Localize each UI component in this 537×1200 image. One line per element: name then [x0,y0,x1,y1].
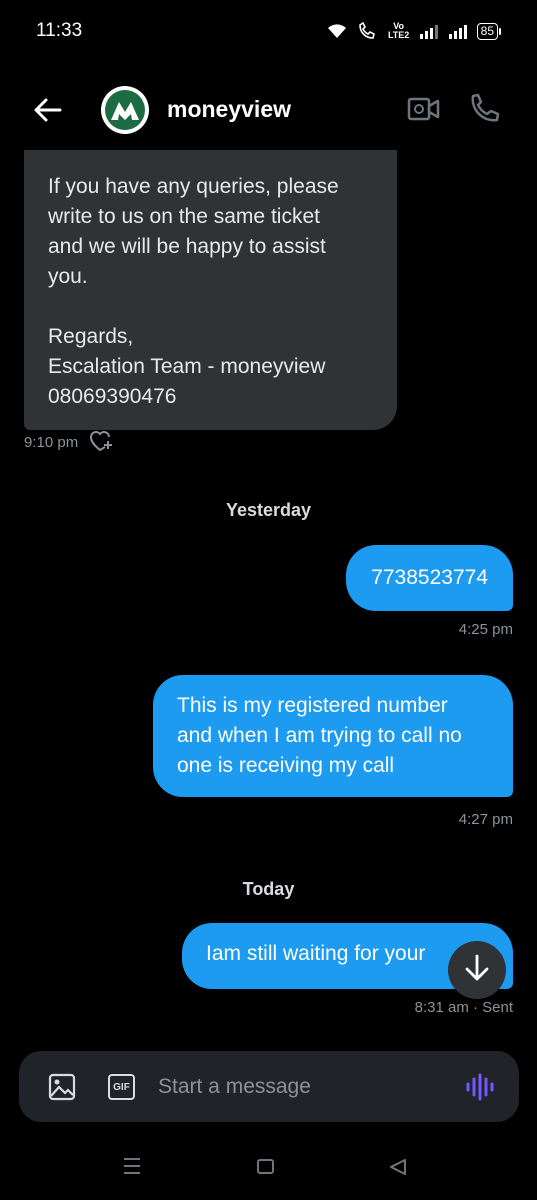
outgoing-message-time: 4:27 pm [458,811,513,828]
outgoing-message-status: 8:31 am · Sent [414,999,513,1016]
system-navigation-bar [0,1140,537,1200]
wifi-calling-icon [357,22,379,40]
video-camera-icon[interactable] [407,94,441,124]
status-bar: 11:33 Vo LTE2 85 [0,0,537,62]
contact-name[interactable]: moneyview [167,96,291,123]
recent-apps-icon[interactable] [122,1157,142,1175]
message-input[interactable] [158,1069,448,1105]
back-triangle-icon[interactable] [388,1157,408,1177]
voice-wave-icon[interactable] [465,1073,495,1101]
incoming-message-meta: 9:10 pm [24,429,114,455]
home-icon[interactable] [257,1159,274,1174]
battery-indicator: 85 [476,22,498,40]
message-composer: GIF [19,1051,519,1122]
avatar[interactable] [101,86,149,134]
volte-icon: Vo LTE2 [387,21,410,40]
phone-icon[interactable] [467,92,501,126]
incoming-message[interactable]: If you have any queries, please write to… [24,150,397,430]
status-icons: Vo LTE2 85 [326,22,501,40]
heart-plus-icon[interactable] [90,429,114,455]
outgoing-message[interactable]: This is my registered number and when I … [153,675,513,797]
date-separator-today: Today [242,879,295,899]
image-icon[interactable] [48,1073,76,1101]
moneyview-logo-icon [105,90,145,130]
incoming-message-time: 9:10 pm [24,433,79,451]
conversation-header: moneyview [0,80,537,140]
outgoing-message-time: 4:25 pm [458,621,513,638]
signal-icon-1 [419,23,439,39]
message-list[interactable]: If you have any queries, please write to… [0,140,537,1045]
battery-tip [499,27,501,35]
scroll-to-bottom-button[interactable] [448,941,506,999]
signal-icon-2 [448,23,468,39]
date-separator-yesterday: Yesterday [225,500,312,520]
wifi-icon [326,22,348,40]
outgoing-message[interactable]: 7738523774 [346,545,513,611]
arrow-down-icon [464,954,490,987]
arrow-left-icon[interactable] [32,94,64,126]
battery-level: 85 [480,24,494,38]
gif-button[interactable]: GIF [108,1074,135,1100]
status-time: 11:33 [36,20,83,41]
